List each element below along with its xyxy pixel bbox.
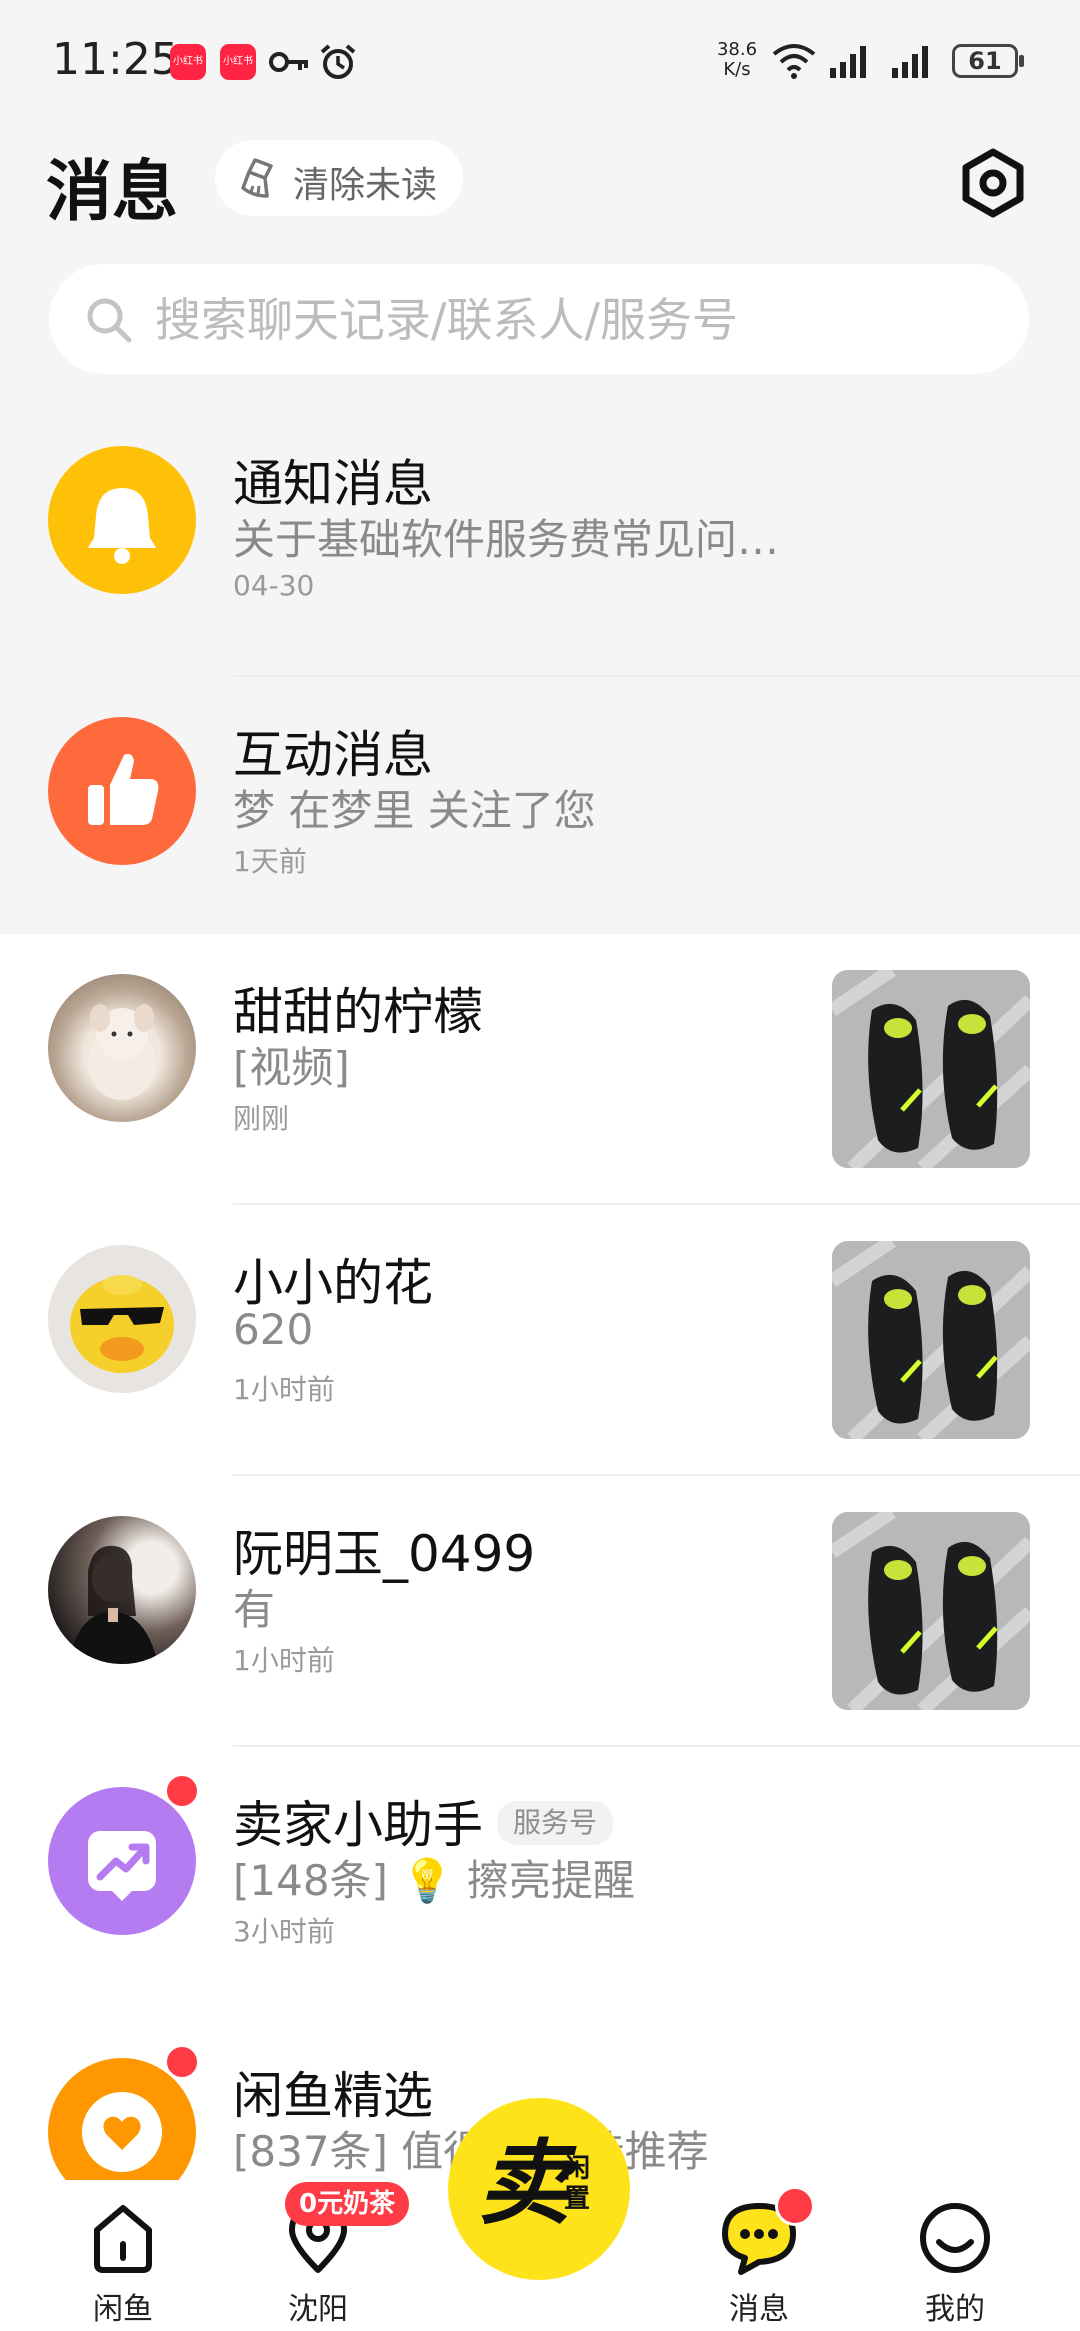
conversation-preview: 梦 在梦里 关注了您 <box>233 786 596 835</box>
broom-icon <box>241 158 273 198</box>
tab-home[interactable]: 闲鱼 <box>38 2180 208 2331</box>
conversation-time: 刚刚 <box>233 1102 290 1135</box>
thumbs-up-icon <box>48 717 196 865</box>
item-thumbnail-sneakers[interactable] <box>832 1241 1030 1439</box>
conversation-time: 1小时前 <box>233 1373 335 1406</box>
page-title: 消息 <box>46 153 178 230</box>
unread-dot <box>164 2044 200 2080</box>
trend-chart-icon <box>48 1787 196 1935</box>
clear-unread-label: 清除未读 <box>293 165 438 206</box>
sell-sub-label: 闲置 <box>564 2154 591 2214</box>
tab-profile[interactable]: 我的 <box>870 2180 1040 2331</box>
tab-label: 我的 <box>925 2292 985 2327</box>
conversation-preview: 620 <box>233 1305 314 1354</box>
home-icon <box>94 2205 152 2273</box>
key-icon <box>269 52 308 72</box>
conversation-name: 卖家小助手 <box>233 1796 483 1854</box>
service-account-tag: 服务号 <box>497 1800 614 1845</box>
settings-hex-icon[interactable] <box>958 148 1028 218</box>
search-bar[interactable] <box>49 264 1029 374</box>
conversation-row[interactable]: 小小的花 620 1小时前 <box>0 1205 1080 1476</box>
conversation-preview: 有 <box>233 1585 276 1634</box>
alarm-icon <box>320 44 356 79</box>
person-avatar[interactable] <box>48 1516 196 1664</box>
tab-label: 消息 <box>729 2292 789 2327</box>
signal-icon <box>830 46 866 78</box>
conversation-time: 1小时前 <box>233 1644 335 1677</box>
tab-messages[interactable]: 消息 <box>674 2180 844 2331</box>
wifi-icon <box>772 44 816 79</box>
conversation-row[interactable]: 阮明玉_0499 有 1小时前 <box>0 1476 1080 1747</box>
smiley-face-icon <box>920 2203 990 2273</box>
tab-label: 闲鱼 <box>93 2292 153 2327</box>
status-time: 11:25 <box>52 34 179 85</box>
conversation-row-seller-assistant[interactable]: 卖家小助手 服务号 [148条] 💡 擦亮提醒 3小时前 <box>0 1747 1080 2018</box>
unread-dot <box>164 1773 200 1809</box>
conversation-preview: [148条] 💡 擦亮提醒 <box>233 1856 635 1905</box>
xiaohongshu-notification-icon: 小红书 <box>170 44 206 80</box>
conversation-time: 3小时前 <box>233 1915 335 1948</box>
conversation-preview: [视频] <box>233 1043 350 1092</box>
conversation-time: 04-30 <box>233 569 315 602</box>
conversation-row-notifications[interactable]: 通知消息 关于基础软件服务费常见问… 04-30 <box>0 406 1080 677</box>
duck-avatar[interactable] <box>48 1245 196 1393</box>
sell-button[interactable]: 卖 闲置 <box>448 2098 630 2280</box>
xiaohongshu-notification-icon: 小红书 <box>220 44 256 80</box>
item-thumbnail-sneakers[interactable] <box>832 1512 1030 1710</box>
promo-badge: 0元奶茶 <box>285 2182 410 2226</box>
clear-unread-button[interactable]: 清除未读 <box>215 140 463 216</box>
conversation-row[interactable]: 甜甜的柠檬 [视频] 刚刚 <box>0 934 1080 1205</box>
conversation-row-interactions[interactable]: 互动消息 梦 在梦里 关注了您 1天前 <box>0 677 1080 948</box>
sell-label: 卖 <box>478 2130 571 2237</box>
messages-unread-dot <box>775 2186 815 2226</box>
bell-icon <box>48 446 196 594</box>
search-input[interactable] <box>153 284 997 356</box>
signal-icon <box>892 46 928 78</box>
item-thumbnail-sneakers[interactable] <box>832 970 1030 1168</box>
tab-label: 沈阳 <box>288 2292 348 2327</box>
conversation-time: 1天前 <box>233 845 307 878</box>
status-bar: 11:25 小红书 小红书 38.6 K/s 61 <box>0 0 1080 120</box>
conversation-name: 阮明玉_0499 <box>233 1525 536 1583</box>
search-icon <box>87 298 132 343</box>
network-speed: 38.6 K/s <box>716 39 758 80</box>
battery-indicator: 61 <box>952 44 1024 78</box>
conversation-preview: 关于基础软件服务费常见问… <box>233 515 780 564</box>
plush-toy-avatar[interactable] <box>48 974 196 1122</box>
